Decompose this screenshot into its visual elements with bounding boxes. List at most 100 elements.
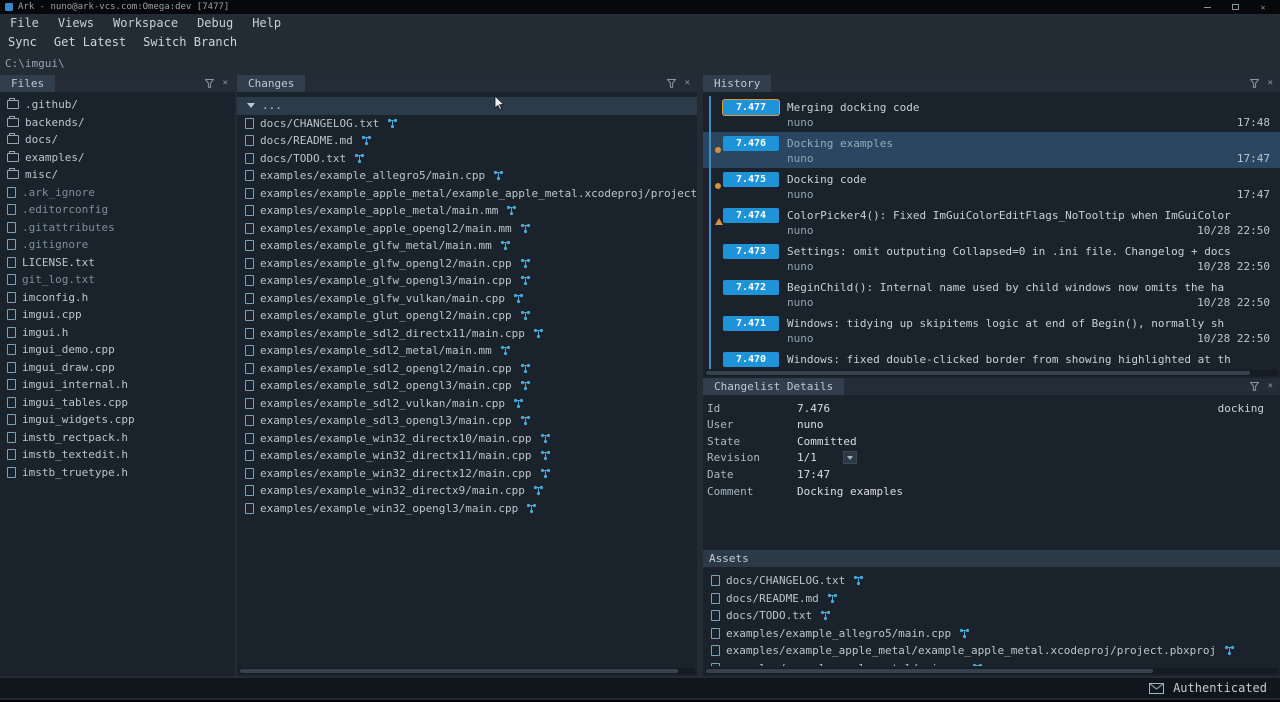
menu-item[interactable]: Views bbox=[58, 16, 94, 30]
details-body: Id 7.476 docking User nuno State Committ… bbox=[705, 400, 1278, 548]
maximize-button[interactable] bbox=[1229, 2, 1241, 12]
horizontal-scrollbar[interactable] bbox=[705, 668, 1278, 674]
history-row[interactable]: 7.476 Docking examples nuno 17:47 bbox=[703, 132, 1280, 168]
changed-status-icon bbox=[520, 363, 531, 374]
changed-file-row[interactable]: examples/example_sdl2_directx11/main.cpp bbox=[237, 325, 697, 343]
file-icon bbox=[7, 379, 16, 390]
changed-file-row[interactable]: examples/example_win32_directx9/main.cpp bbox=[237, 482, 697, 500]
asset-row[interactable]: examples/example_apple_metal/main.mm bbox=[703, 660, 1280, 667]
horizontal-scrollbar[interactable] bbox=[239, 668, 695, 674]
tab-changelist-details[interactable]: Changelist Details bbox=[703, 378, 844, 395]
asset-row[interactable]: docs/CHANGELOG.txt bbox=[703, 572, 1280, 590]
changeset-badge: 7.471 bbox=[723, 316, 779, 331]
changed-file-row[interactable]: examples/example_glfw_vulkan/main.cpp bbox=[237, 290, 697, 308]
file-tree-item[interactable]: .ark_ignore bbox=[0, 184, 235, 202]
asset-row[interactable]: examples/example_allegro5/main.cpp bbox=[703, 625, 1280, 643]
history-row[interactable]: 7.470 Windows: fixed double-clicked bord… bbox=[703, 348, 1280, 369]
changed-file-row[interactable]: examples/example_glfw_opengl2/main.cpp bbox=[237, 255, 697, 273]
file-tree-item[interactable]: .gitignore bbox=[0, 236, 235, 254]
file-tree-item[interactable]: imconfig.h bbox=[0, 289, 235, 307]
file-tree-item[interactable]: imgui_tables.cpp bbox=[0, 394, 235, 412]
menu-item[interactable]: File bbox=[10, 16, 39, 30]
changed-file-row[interactable]: examples/example_glfw_metal/main.mm bbox=[237, 237, 697, 255]
file-tree-item[interactable]: misc/ bbox=[0, 166, 235, 184]
asset-row[interactable]: examples/example_apple_metal/example_app… bbox=[703, 642, 1280, 660]
file-tree-item[interactable]: imgui_widgets.cpp bbox=[0, 411, 235, 429]
file-tree-item[interactable]: .gitattributes bbox=[0, 219, 235, 237]
changed-file-row[interactable]: examples/example_glfw_opengl3/main.cpp bbox=[237, 272, 697, 290]
changed-file-row[interactable]: examples/example_apple_opengl2/main.mm bbox=[237, 220, 697, 238]
changed-file-row[interactable]: examples/example_win32_directx10/main.cp… bbox=[237, 430, 697, 448]
file-tree-item[interactable]: git_log.txt bbox=[0, 271, 235, 289]
changed-file-row[interactable]: examples/example_sdl2_vulkan/main.cpp bbox=[237, 395, 697, 413]
file-tree-item[interactable]: imgui_draw.cpp bbox=[0, 359, 235, 377]
close-panel-icon[interactable]: ✕ bbox=[685, 79, 690, 88]
file-tree-item[interactable]: examples/ bbox=[0, 149, 235, 167]
horizontal-scrollbar[interactable] bbox=[705, 370, 1278, 376]
changed-file-row[interactable]: examples/example_win32_opengl3/main.cpp bbox=[237, 500, 697, 518]
scrollbar-thumb[interactable] bbox=[706, 669, 1153, 673]
toolbar-button[interactable]: Get Latest bbox=[54, 35, 126, 49]
asset-row[interactable]: docs/README.md bbox=[703, 590, 1280, 608]
history-row[interactable]: 7.477 Merging docking code nuno 17:48 bbox=[703, 96, 1280, 132]
changed-file-row[interactable]: examples/example_apple_metal/example_app… bbox=[237, 185, 697, 203]
changed-file-row[interactable]: examples/example_win32_directx11/main.cp… bbox=[237, 447, 697, 465]
tab-changes[interactable]: Changes bbox=[237, 75, 305, 92]
history-row[interactable]: 7.473 Settings: omit outputing Collapsed… bbox=[703, 240, 1280, 276]
file-icon bbox=[245, 503, 254, 514]
changed-file-row[interactable]: examples/example_win32_directx12/main.cp… bbox=[237, 465, 697, 483]
history-row[interactable]: 7.475 Docking code nuno 17:47 bbox=[703, 168, 1280, 204]
scrollbar-thumb[interactable] bbox=[706, 371, 1250, 375]
history-row[interactable]: 7.474 ColorPicker4(): Fixed ImGuiColorEd… bbox=[703, 204, 1280, 240]
minimize-button[interactable] bbox=[1201, 2, 1213, 12]
menu-item[interactable]: Workspace bbox=[113, 16, 178, 30]
changed-file-row[interactable]: examples/example_sdl2_opengl3/main.cpp bbox=[237, 377, 697, 395]
file-tree-item[interactable]: imgui_demo.cpp bbox=[0, 341, 235, 359]
tab-files[interactable]: Files bbox=[0, 75, 55, 92]
history-row[interactable]: 7.472 BeginChild(): Internal name used b… bbox=[703, 276, 1280, 312]
filter-icon[interactable] bbox=[205, 79, 214, 88]
asset-row[interactable]: docs/TODO.txt bbox=[703, 607, 1280, 625]
close-panel-icon[interactable]: ✕ bbox=[223, 79, 228, 88]
menu-item[interactable]: Debug bbox=[197, 16, 233, 30]
toolbar-button[interactable]: Sync bbox=[8, 35, 37, 49]
close-panel-icon[interactable]: ✕ bbox=[1268, 382, 1273, 391]
tab-history[interactable]: History bbox=[703, 75, 771, 92]
changed-file-row[interactable]: examples/example_glut_opengl2/main.cpp bbox=[237, 307, 697, 325]
file-tree-item[interactable]: backends/ bbox=[0, 114, 235, 132]
changed-file-row[interactable]: examples/example_sdl3_opengl3/main.cpp bbox=[237, 412, 697, 430]
changed-file-row[interactable]: docs/TODO.txt bbox=[237, 150, 697, 168]
changed-file-row[interactable]: examples/example_sdl2_metal/main.mm bbox=[237, 342, 697, 360]
changed-file-row[interactable]: examples/example_sdl2_opengl2/main.cpp bbox=[237, 360, 697, 378]
history-list: 7.477 Merging docking code nuno 17:48 bbox=[703, 96, 1280, 369]
changed-file-row[interactable]: examples/example_allegro5/main.cpp bbox=[237, 167, 697, 185]
changed-file-row[interactable]: examples/example_apple_metal/main.mm bbox=[237, 202, 697, 220]
changed-status-icon bbox=[1224, 645, 1235, 656]
detail-row: Revision 1/1 bbox=[705, 450, 1278, 467]
file-tree-item[interactable]: imstb_rectpack.h bbox=[0, 429, 235, 447]
mail-icon[interactable] bbox=[1149, 683, 1164, 694]
revision-dropdown[interactable] bbox=[843, 451, 857, 464]
file-tree-item[interactable]: .editorconfig bbox=[0, 201, 235, 219]
changed-file-row[interactable]: docs/CHANGELOG.txt bbox=[237, 115, 697, 133]
toolbar-button[interactable]: Switch Branch bbox=[143, 35, 237, 49]
close-button[interactable]: ✕ bbox=[1257, 2, 1269, 12]
filter-icon[interactable] bbox=[667, 79, 676, 88]
file-tree-item[interactable]: LICENSE.txt bbox=[0, 254, 235, 272]
file-tree-item[interactable]: imstb_textedit.h bbox=[0, 446, 235, 464]
scrollbar-thumb[interactable] bbox=[240, 669, 678, 673]
file-tree-item[interactable]: imstb_truetype.h bbox=[0, 464, 235, 482]
filter-icon[interactable] bbox=[1250, 382, 1259, 391]
history-row[interactable]: 7.471 Windows: tidying up skipitems logi… bbox=[703, 312, 1280, 348]
file-tree-item[interactable]: docs/ bbox=[0, 131, 235, 149]
filter-icon[interactable] bbox=[1250, 79, 1259, 88]
file-icon bbox=[7, 467, 16, 478]
changes-root-row[interactable]: ... bbox=[237, 97, 697, 115]
changed-file-row[interactable]: docs/README.md bbox=[237, 132, 697, 150]
file-tree-item[interactable]: imgui.cpp bbox=[0, 306, 235, 324]
file-tree-item[interactable]: imgui_internal.h bbox=[0, 376, 235, 394]
close-panel-icon[interactable]: ✕ bbox=[1268, 79, 1273, 88]
file-tree-item[interactable]: imgui.h bbox=[0, 324, 235, 342]
file-tree-item[interactable]: .github/ bbox=[0, 96, 235, 114]
menu-item[interactable]: Help bbox=[252, 16, 281, 30]
